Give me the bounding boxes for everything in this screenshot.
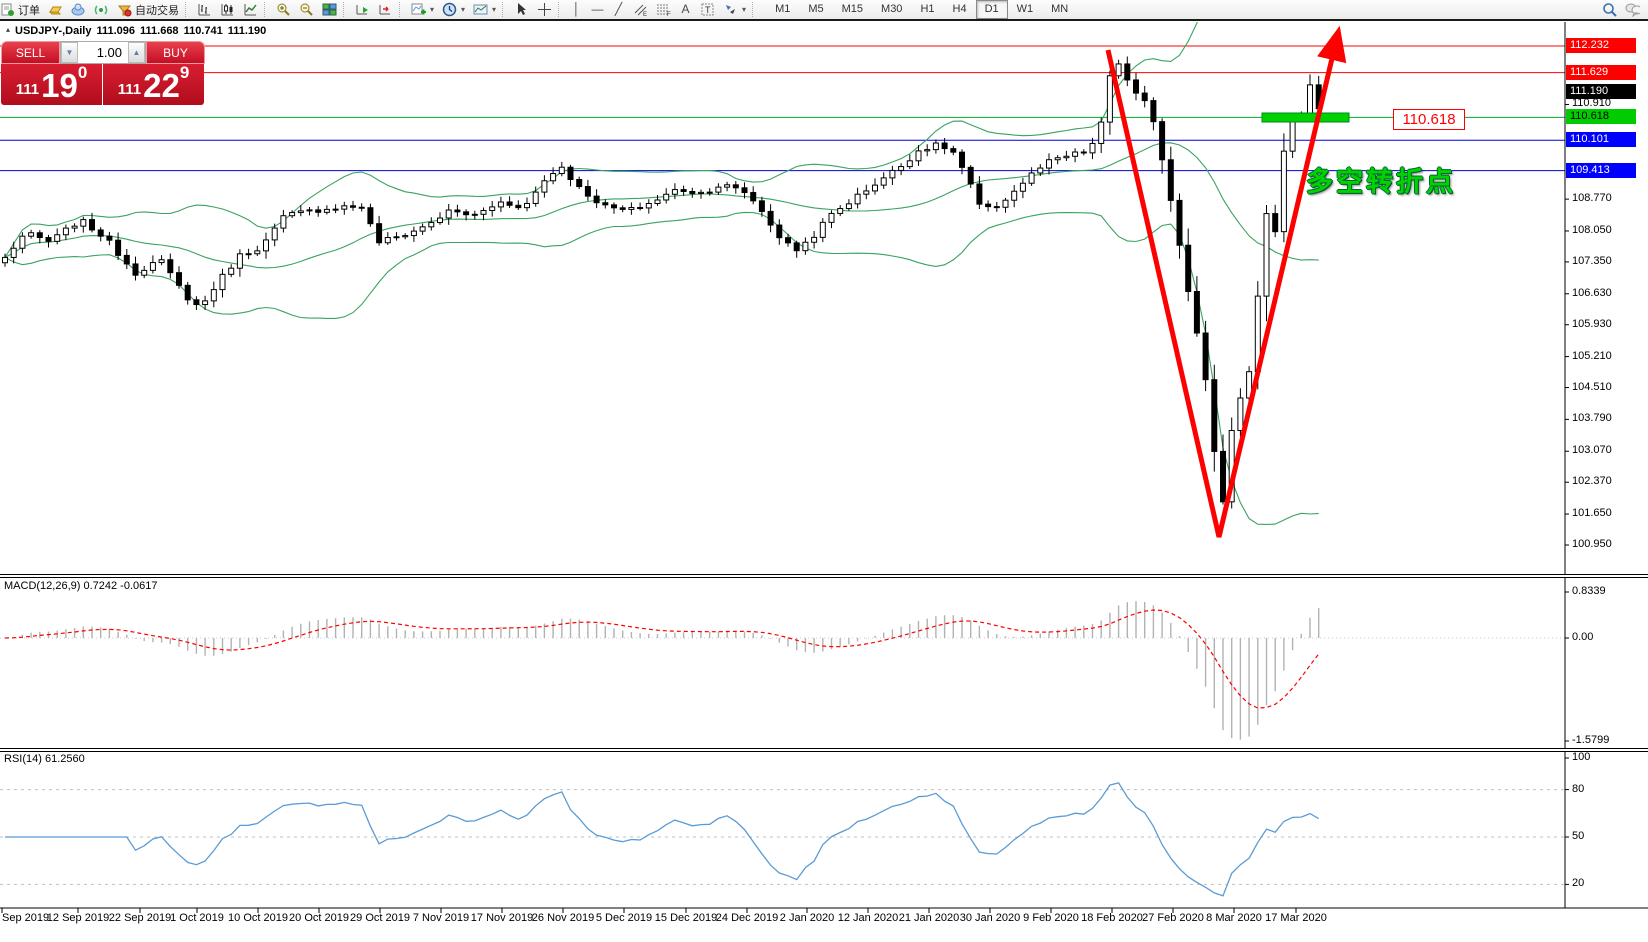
price-tick-108.050: 108.050 [1572, 224, 1612, 237]
date-label: 24 Dec 2019 [716, 912, 778, 924]
bid-point: 0 [78, 66, 87, 80]
date-label: 17 Nov 2019 [471, 912, 533, 924]
date-label: 5 Dec 2019 [596, 912, 652, 924]
date-label: 2 Jan 2020 [780, 912, 834, 924]
price-tick-103.070: 103.070 [1572, 444, 1612, 457]
date-label: 12 Sep 2019 [47, 912, 109, 924]
ask-integer: 111 [118, 79, 141, 101]
rsi-scale-20: 20 [1572, 877, 1584, 890]
ask-pips: 22 [143, 71, 180, 101]
date-label: 12 Jan 2020 [838, 912, 899, 924]
ask-point: 9 [180, 66, 189, 80]
date-label: 22 Sep 2019 [109, 912, 171, 924]
bid-integer: 111 [16, 79, 39, 101]
target-price-box[interactable]: 110.618 [1393, 109, 1465, 130]
open-value: 111.096 [96, 25, 135, 37]
price-tick-107.350: 107.350 [1572, 255, 1612, 268]
price-label-110.101: 110.101 [1566, 132, 1636, 147]
date-label: 7 Nov 2019 [413, 912, 469, 924]
date-label: 8 Mar 2020 [1206, 912, 1262, 924]
bid-pips: 19 [41, 71, 78, 101]
lot-increase-button[interactable]: ▲ [128, 42, 145, 63]
price-tick-100.950: 100.950 [1572, 538, 1612, 551]
rsi-pane-divider[interactable] [0, 748, 1648, 752]
chart-title: ▴ USDJPY-,Daily 111.096 111.668 110.741 … [6, 25, 266, 37]
high-value: 111.668 [140, 25, 179, 37]
lot-size-field: ▼ ▲ [60, 41, 146, 64]
date-label: 18 Feb 2020 [1081, 912, 1143, 924]
rsi-scale-50: 50 [1572, 830, 1584, 843]
rsi-scale-100: 100 [1572, 751, 1590, 764]
price-tick-105.930: 105.930 [1572, 318, 1612, 331]
date-label: 21 Jan 2020 [899, 912, 960, 924]
ask-price[interactable]: 111 22 9 [103, 64, 204, 105]
date-label: 27 Feb 2020 [1142, 912, 1204, 924]
bid-price[interactable]: 111 19 0 [1, 64, 103, 105]
macd-scale-0.8339: 0.8339 [1572, 585, 1606, 598]
date-label: 26 Nov 2019 [532, 912, 594, 924]
price-label-110.618: 110.618 [1566, 109, 1636, 124]
date-label: 20 Oct 2019 [289, 912, 349, 924]
macd-scale--1.5799: -1.5799 [1572, 734, 1609, 747]
rsi-label: RSI(14) 61.2560 [4, 753, 85, 765]
low-value: 110.741 [184, 25, 223, 37]
date-label: 1 Oct 2019 [170, 912, 224, 924]
macd-scale-0.00: 0.00 [1572, 631, 1593, 644]
collapse-icon[interactable]: ▴ [6, 25, 10, 37]
price-label-112.232: 112.232 [1566, 38, 1636, 53]
price-tick-105.210: 105.210 [1572, 350, 1612, 363]
price-tick-108.770: 108.770 [1572, 192, 1612, 205]
lot-size-input[interactable] [78, 42, 128, 63]
price-tick-101.650: 101.650 [1572, 507, 1612, 520]
date-label: 17 Mar 2020 [1265, 912, 1327, 924]
sell-button[interactable]: SELL [1, 41, 60, 64]
macd-pane-divider[interactable] [0, 574, 1648, 578]
chart-canvas[interactable] [0, 0, 1648, 942]
rsi-scale-80: 80 [1572, 783, 1584, 796]
close-value: 111.190 [228, 25, 267, 37]
price-label-109.413: 109.413 [1566, 163, 1636, 178]
price-tick-103.790: 103.790 [1572, 412, 1612, 425]
date-label: 15 Dec 2019 [655, 912, 717, 924]
price-tick-106.630: 106.630 [1572, 287, 1612, 300]
price-label-111.629: 111.629 [1566, 65, 1636, 80]
buy-button[interactable]: BUY [146, 41, 205, 64]
date-label: 30 Jan 2020 [960, 912, 1021, 924]
time-axis[interactable]: Sep 201912 Sep 201922 Sep 20191 Oct 2019… [0, 912, 1648, 942]
price-tick-102.370: 102.370 [1572, 475, 1612, 488]
date-label: 9 Feb 2020 [1023, 912, 1079, 924]
price-tick-104.510: 104.510 [1572, 381, 1612, 394]
date-label: 10 Oct 2019 [228, 912, 288, 924]
turning-point-annotation[interactable]: 多空转折点 [1306, 160, 1456, 199]
price-tick-110.910: 110.910 [1572, 97, 1611, 110]
date-label: 29 Oct 2019 [350, 912, 410, 924]
price-axis[interactable]: 112.232111.629111.190110.618110.101109.4… [1566, 0, 1648, 942]
macd-label: MACD(12,26,9) 0.7242 -0.0617 [4, 580, 157, 592]
symbol-name: USDJPY-,Daily [15, 25, 91, 37]
lot-decrease-button[interactable]: ▼ [61, 42, 78, 63]
one-click-trading-panel: SELL ▼ ▲ BUY 111 19 0 111 22 9 [1, 41, 205, 105]
date-label: Sep 2019 [2, 912, 49, 924]
